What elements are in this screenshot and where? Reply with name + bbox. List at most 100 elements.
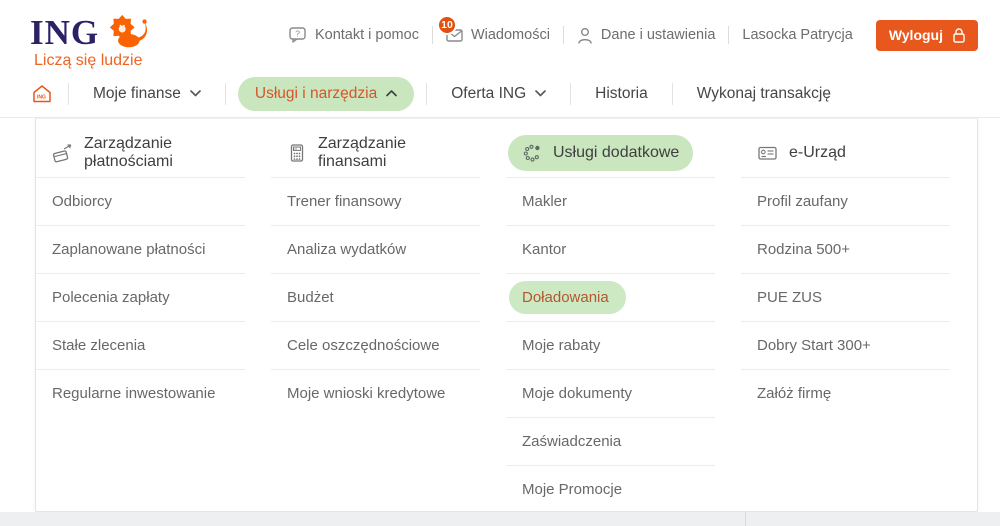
menu-item-label: Zaświadczenia (522, 433, 621, 450)
menu-item-label: Rodzina 500+ (757, 241, 850, 258)
menu-item-label: Analiza wydatków (287, 241, 406, 258)
nav-label: Usługi i narzędzia (255, 85, 377, 103)
menu-item-label: Regularne inwestowanie (52, 385, 215, 402)
menu-item-label: Budżet (287, 289, 334, 306)
column-title: Zarządzanie finansami (318, 135, 466, 171)
menu-item-analiza-wydatkow[interactable]: Analiza wydatków (271, 225, 480, 273)
menu-item-label: Cele oszczędnościowe (287, 337, 440, 354)
menu-item-label: Stałe zlecenia (52, 337, 145, 354)
envelope-icon: 10 (446, 29, 463, 42)
menu-item-polecenia-zaplaty[interactable]: Polecenia zapłaty (36, 273, 245, 321)
menu-list: Makler Kantor Doładowania Moje rabaty Mo… (506, 177, 715, 513)
menu-list: Profil zaufany Rodzina 500+ PUE ZUS Dobr… (741, 177, 950, 417)
nav-item-uslugi-i-narzedzia-active[interactable]: Usługi i narzędzia (238, 77, 414, 111)
menu-column-finanse: zł Zarządzanie finansami Trener finansow… (271, 133, 506, 511)
logout-button[interactable]: Wyloguj (876, 20, 978, 51)
menu-item-doladowania-active[interactable]: Doładowania (506, 273, 715, 321)
ing-logo-text: ING (30, 17, 99, 49)
column-title: Zarządzanie płatnościami (84, 135, 231, 171)
menu-item-kantor[interactable]: Kantor (506, 225, 715, 273)
menu-column-e-urzad: e-Urząd Profil zaufany Rodzina 500+ PUE … (741, 133, 976, 511)
menu-item-odbiorcy[interactable]: Odbiorcy (36, 177, 245, 225)
nav-item-moje-finanse[interactable]: Moje finanse (69, 85, 225, 103)
lock-icon (953, 28, 965, 43)
separator (225, 83, 226, 105)
menu-item-rodzina-500[interactable]: Rodzina 500+ (741, 225, 950, 273)
ing-lion-icon (104, 9, 152, 49)
chevron-up-icon (386, 90, 397, 97)
background-divider (745, 512, 746, 526)
messages-link[interactable]: 10 Wiadomości (446, 27, 550, 43)
top-bar: ING Liczą się ludzie ? (0, 0, 1000, 70)
svg-text:zł: zł (294, 147, 297, 151)
menu-item-cele-oszczednosciowe[interactable]: Cele oszczędnościowe (271, 321, 480, 369)
svg-text:ING: ING (37, 94, 46, 100)
page-background-strip (0, 512, 1000, 526)
menu-item-label: Profil zaufany (757, 193, 848, 210)
menu-item-makler[interactable]: Makler (506, 177, 715, 225)
column-header-e-urzad: e-Urząd (741, 133, 950, 173)
menu-item-label: Polecenia zapłaty (52, 289, 170, 306)
separator (728, 26, 729, 44)
menu-item-label: Moje wnioski kredytowe (287, 385, 445, 402)
separator (432, 26, 433, 44)
chevron-down-icon (535, 90, 546, 97)
menu-item-label: PUE ZUS (757, 289, 822, 306)
messages-label: Wiadomości (471, 27, 550, 43)
column-header-uslugi-dodatkowe-active: Usługi dodatkowe (506, 133, 715, 173)
contact-help-label: Kontakt i pomoc (315, 27, 419, 43)
settings-label: Dane i ustawienia (601, 27, 715, 43)
menu-item-zaloz-firme[interactable]: Załóż firmę (741, 369, 950, 417)
menu-list: Trener finansowy Analiza wydatków Budżet… (271, 177, 480, 417)
menu-item-profil-zaufany[interactable]: Profil zaufany (741, 177, 950, 225)
column-header-zarzadzanie-finansami: zł Zarządzanie finansami (271, 133, 480, 173)
menu-item-dobry-start-300[interactable]: Dobry Start 300+ (741, 321, 950, 369)
nav-label: Oferta ING (451, 85, 526, 103)
home-icon: ING (30, 82, 54, 106)
menu-item-moje-dokumenty[interactable]: Moje dokumenty (506, 369, 715, 417)
menu-item-moje-wnioski-kredytowe[interactable]: Moje wnioski kredytowe (271, 369, 480, 417)
menu-item-moje-rabaty[interactable]: Moje rabaty (506, 321, 715, 369)
menu-list: Odbiorcy Zaplanowane płatności Polecenia… (36, 177, 245, 417)
user-icon (577, 27, 593, 44)
menu-item-label: Moje dokumenty (522, 385, 632, 402)
menu-item-label: Zaplanowane płatności (52, 241, 205, 258)
menu-item-regularne-inwestowanie[interactable]: Regularne inwestowanie (36, 369, 245, 417)
ing-tagline: Liczą się ludzie (30, 52, 152, 70)
id-card-icon (757, 143, 778, 163)
column-title: Usługi dodatkowe (553, 144, 679, 162)
menu-column-uslugi-dodatkowe: Usługi dodatkowe Makler Kantor Doładowan… (506, 133, 741, 511)
contact-help-link[interactable]: ? Kontakt i pomoc (289, 27, 419, 43)
menu-item-zaswiadczenia[interactable]: Zaświadczenia (506, 417, 715, 465)
menu-item-trener-finansowy[interactable]: Trener finansowy (271, 177, 480, 225)
menu-item-label: Załóż firmę (757, 385, 831, 402)
nav-item-wykonaj-transakcje[interactable]: Wykonaj transakcję (673, 85, 855, 103)
menu-item-label: Trener finansowy (287, 193, 402, 210)
menu-item-stale-zlecenia[interactable]: Stałe zlecenia (36, 321, 245, 369)
svg-text:?: ? (295, 29, 300, 39)
menu-item-label: Odbiorcy (52, 193, 112, 210)
mega-menu-panel: Zarządzanie płatnościami Odbiorcy Zaplan… (35, 118, 978, 512)
column-header-zarzadzanie-platnosciami: Zarządzanie płatnościami (36, 133, 245, 173)
menu-item-budzet[interactable]: Budżet (271, 273, 480, 321)
user-name: Lasocka Patrycja (742, 27, 852, 43)
ing-logo[interactable]: ING Liczą się ludzie (30, 1, 152, 70)
calculator-icon: zł (287, 143, 307, 163)
nav-label: Moje finanse (93, 85, 181, 103)
help-bubble-icon: ? (289, 27, 307, 43)
menu-column-platnosci: Zarządzanie płatnościami Odbiorcy Zaplan… (36, 133, 271, 511)
top-links: ? Kontakt i pomoc 10 Wiadomości (289, 20, 978, 51)
menu-item-label: Moje rabaty (522, 337, 600, 354)
menu-item-label: Kantor (522, 241, 566, 258)
menu-item-moje-promocje[interactable]: Moje Promocje (506, 465, 715, 513)
menu-item-label-highlighted: Doładowania (509, 281, 626, 314)
settings-link[interactable]: Dane i ustawienia (577, 27, 715, 44)
nav-item-oferta-ing[interactable]: Oferta ING (427, 85, 570, 103)
separator (563, 26, 564, 44)
menu-item-zaplanowane-platnosci[interactable]: Zaplanowane płatności (36, 225, 245, 273)
menu-item-label: Makler (522, 193, 567, 210)
messages-badge: 10 (437, 15, 457, 35)
home-nav-item[interactable]: ING (30, 82, 68, 106)
menu-item-pue-zus[interactable]: PUE ZUS (741, 273, 950, 321)
nav-item-historia[interactable]: Historia (571, 85, 672, 103)
